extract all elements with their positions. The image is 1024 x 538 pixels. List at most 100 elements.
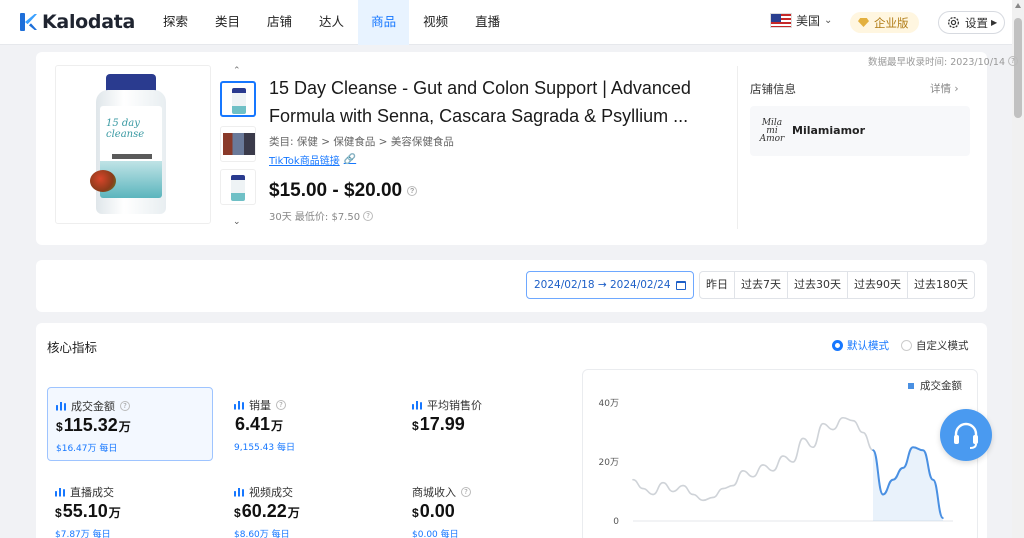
range-7d-button[interactable]: 过去7天 xyxy=(735,272,788,298)
help-icon[interactable]: ? xyxy=(407,186,418,196)
metric-gmv[interactable]: 成交金额? $115.32万 $16.47万 每日 xyxy=(47,387,213,461)
data-point xyxy=(682,484,684,487)
lowest-price-text: 30天 最低价: $7.50 xyxy=(269,212,361,223)
y-tick-label: 20万 xyxy=(599,458,619,468)
metric-unit: 万 xyxy=(271,419,284,433)
store-detail-text[interactable]: 详情 xyxy=(930,83,951,95)
data-point xyxy=(752,475,754,478)
settings-button[interactable]: 设置 ▶ xyxy=(938,11,1005,34)
headset-icon xyxy=(954,422,978,449)
date-range-picker[interactable]: 2024/02/18 → 2024/02/24 xyxy=(526,271,694,299)
data-point xyxy=(782,455,784,457)
mode-default-label: 默认模式 xyxy=(847,340,889,352)
tiktok-link-text[interactable]: TikTok商品链接 xyxy=(269,152,340,167)
bar-chart-icon xyxy=(412,400,422,410)
data-point xyxy=(912,446,914,449)
scroll-up-icon[interactable] xyxy=(1015,3,1021,8)
metric-label: 商城收入 xyxy=(412,486,456,499)
metric-label: 成交金额 xyxy=(71,400,115,413)
data-point xyxy=(882,493,884,496)
store-name[interactable]: Milamiamor xyxy=(792,124,865,137)
metric-sales[interactable]: 销量? 6.41万 9,155.43 每日 xyxy=(226,387,392,461)
help-icon[interactable]: ? xyxy=(461,487,471,497)
metrics-heading: 核心指标 xyxy=(47,340,98,355)
tiktok-product-link[interactable]: TikTok商品链接 🔗 xyxy=(269,152,356,167)
legend-swatch xyxy=(908,382,914,389)
radio-checked-icon xyxy=(832,340,843,351)
metric-label: 视频成交 xyxy=(249,486,293,499)
metric-daily: $8.60万 每日 xyxy=(234,530,290,538)
nav-item-product[interactable]: 商品 xyxy=(358,0,410,45)
y-tick-label: 40万 xyxy=(599,399,619,409)
kalodata-logo[interactable]: Kalodata xyxy=(20,10,135,34)
nav-item-shop[interactable]: 店铺 xyxy=(254,0,305,45)
data-point xyxy=(712,496,714,499)
nav-item-live[interactable]: 直播 xyxy=(462,0,513,45)
radio-unchecked-icon xyxy=(901,340,912,351)
nav-item-video[interactable]: 视频 xyxy=(410,0,461,45)
range-180d-button[interactable]: 过去180天 xyxy=(908,272,974,298)
product-thumbnail[interactable] xyxy=(220,126,256,162)
metric-unit: 万 xyxy=(287,506,300,520)
nav-item-category[interactable]: 类目 xyxy=(202,0,253,45)
enterprise-badge[interactable]: 企业版 xyxy=(850,12,919,33)
us-flag-icon xyxy=(770,13,792,28)
store-detail-link[interactable]: 详情 › xyxy=(930,81,959,96)
store-logo: Mila mi Amor xyxy=(759,118,785,144)
nav-item-creator[interactable]: 达人 xyxy=(306,0,357,45)
region-selector[interactable]: 美国 ⌄ xyxy=(770,12,832,29)
help-icon[interactable]: ? xyxy=(276,400,286,410)
thumb-scroll-up-icon[interactable]: ⌃ xyxy=(233,66,241,76)
metric-unit: 万 xyxy=(118,420,131,434)
help-icon[interactable]: ? xyxy=(1008,56,1018,66)
mode-default-radio[interactable]: 默认模式 xyxy=(832,338,889,353)
store-card[interactable]: Mila mi Amor Milamiamor xyxy=(750,106,970,156)
divider xyxy=(737,66,738,229)
quick-range-group: 昨日 过去7天 过去30天 过去90天 过去180天 xyxy=(699,271,975,299)
settings-label: 设置 xyxy=(965,15,988,30)
chart-svg: 40万 20万 0 xyxy=(599,399,953,527)
data-point xyxy=(702,499,704,502)
y-tick-label: 0 xyxy=(613,517,619,527)
metric-live-gmv[interactable]: 直播成交 $55.10万 $7.87万 每日 xyxy=(47,474,213,538)
nav-item-explore[interactable]: 探索 xyxy=(150,0,201,45)
metric-currency: $ xyxy=(412,419,419,433)
range-90d-button[interactable]: 过去90天 xyxy=(848,272,908,298)
price-text: $15.00 - $20.00 xyxy=(269,180,403,201)
data-point xyxy=(922,449,924,451)
customer-support-button[interactable] xyxy=(940,409,992,461)
data-point xyxy=(772,470,774,472)
range-30d-button[interactable]: 过去30天 xyxy=(788,272,848,298)
help-icon[interactable]: ? xyxy=(363,210,374,221)
metric-daily: 9,155.43 每日 xyxy=(234,443,295,453)
data-point xyxy=(692,493,694,496)
legend-label: 成交金额 xyxy=(920,380,962,392)
data-point xyxy=(652,493,654,496)
data-point xyxy=(892,478,894,481)
first-seen-date: 数据最早收录时间: 2023/10/14 ? xyxy=(868,54,1018,68)
bar-chart-icon xyxy=(55,487,65,497)
metric-avg-price[interactable]: 平均销售价 $17.99 xyxy=(404,387,570,461)
thumb-scroll-down-icon[interactable]: ⌄ xyxy=(233,217,241,227)
data-point xyxy=(672,490,674,493)
scrollbar[interactable] xyxy=(1012,0,1024,538)
data-point xyxy=(792,461,794,463)
metric-value: 17.99 xyxy=(419,414,465,434)
metric-label: 直播成交 xyxy=(70,486,114,499)
metric-video-gmv[interactable]: 视频成交 $60.22万 $8.60万 每日 xyxy=(226,474,392,538)
metric-currency: $ xyxy=(55,506,62,520)
data-point xyxy=(802,437,804,440)
date-range-text: 2024/02/18 → 2024/02/24 xyxy=(534,279,671,291)
help-icon[interactable]: ? xyxy=(120,401,130,411)
series-line-history xyxy=(632,416,874,502)
metric-mall-revenue[interactable]: 商城收入? $0.00 $0.00 每日 xyxy=(404,474,570,538)
product-title: 15 Day Cleanse - Gut and Colon Support |… xyxy=(269,78,691,126)
chart-legend[interactable]: 成交金额 xyxy=(908,378,962,393)
product-thumbnail[interactable] xyxy=(220,169,256,205)
chevron-down-icon: ⌄ xyxy=(824,15,833,26)
scroll-thumb[interactable] xyxy=(1014,18,1022,118)
product-thumbnail[interactable] xyxy=(220,81,256,117)
range-yesterday-button[interactable]: 昨日 xyxy=(700,272,735,298)
mode-custom-radio[interactable]: 自定义模式 xyxy=(901,338,969,353)
lowest-price: 30天 最低价: $7.50 ? xyxy=(269,208,374,223)
